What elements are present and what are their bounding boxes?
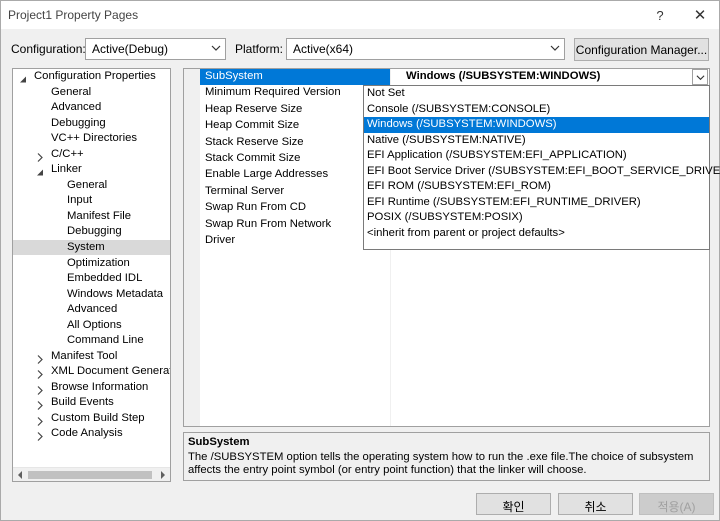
tree-horizontal-scrollbar[interactable]	[13, 467, 170, 481]
scrollbar-thumb[interactable]	[28, 471, 152, 479]
tree-item-general[interactable]: General	[51, 85, 91, 100]
tree-item-label: Configuration Properties	[34, 70, 156, 82]
close-button[interactable]: ✕	[683, 1, 717, 29]
tree-item-linker-debugging[interactable]: Debugging	[67, 224, 122, 239]
prop-value[interactable]: Windows (/SUBSYSTEM:WINDOWS)	[406, 70, 600, 82]
dropdown-option[interactable]: EFI Application (/SUBSYSTEM:EFI_APPLICAT…	[364, 148, 709, 164]
tree-item-label: C/C++	[51, 147, 84, 160]
prop-name: Heap Reserve Size	[205, 102, 303, 115]
prop-name: SubSystem	[205, 70, 263, 82]
prop-name: Stack Commit Size	[205, 152, 301, 164]
expanded-arrow-icon[interactable]	[18, 72, 28, 87]
tree-item-linker-manifest-file[interactable]: Manifest File	[67, 209, 131, 224]
tree-item-label: Browse Information	[51, 380, 149, 393]
grid-gutter	[184, 69, 200, 426]
expanded-arrow-icon[interactable]	[35, 165, 45, 180]
prop-name: Enable Large Addresses	[205, 168, 329, 181]
scroll-left-icon[interactable]	[16, 471, 24, 479]
prop-row-subsystem[interactable]: SubSystem Windows (/SUBSYSTEM:WINDOWS)	[200, 69, 709, 85]
collapsed-arrow-icon[interactable]	[35, 383, 45, 398]
property-pages-dialog: Project1 Property Pages ? ✕ Configuratio…	[0, 0, 720, 521]
dropdown-option[interactable]: Native (/SUBSYSTEM:NATIVE)	[364, 133, 709, 149]
tree-item-label: Code Analysis	[51, 427, 123, 439]
window-title: Project1 Property Pages	[8, 8, 139, 22]
description-panel: SubSystem The /SUBSYSTEM option tells th…	[183, 432, 710, 481]
scroll-right-icon[interactable]	[159, 471, 167, 479]
dropdown-button[interactable]	[692, 69, 708, 85]
collapsed-arrow-icon[interactable]	[35, 367, 45, 382]
tree-item-linker-optimization[interactable]: Optimization	[67, 256, 130, 271]
tree-item-linker-all-options[interactable]: All Options	[67, 318, 122, 333]
dropdown-option[interactable]: Console (/SUBSYSTEM:CONSOLE)	[364, 102, 709, 118]
tree-item-vc-directories[interactable]: VC++ Directories	[51, 131, 137, 146]
configuration-value: Active(Debug)	[92, 42, 169, 56]
help-button[interactable]: ?	[643, 1, 677, 29]
tree-item-linker-command-line[interactable]: Command Line	[67, 333, 144, 348]
chevron-down-icon	[696, 74, 704, 80]
tree-item-label: Linker	[51, 163, 82, 175]
tree-item-linker-input[interactable]: Input	[67, 193, 92, 208]
tree-item-label: XML Document Generator	[51, 365, 171, 377]
dropdown-option[interactable]: POSIX (/SUBSYSTEM:POSIX)	[364, 210, 709, 226]
prop-name: Swap Run From CD	[205, 201, 307, 214]
subsystem-dropdown-list: Not Set Console (/SUBSYSTEM:CONSOLE) Win…	[363, 85, 720, 250]
ok-button[interactable]: 확인	[476, 493, 551, 515]
tree-item-label: Build Events	[51, 396, 114, 408]
collapsed-arrow-icon[interactable]	[35, 352, 45, 367]
prop-name: Heap Commit Size	[205, 119, 300, 132]
prop-name: Terminal Server	[205, 184, 285, 197]
platform-label: Platform:	[235, 42, 284, 56]
tree-item-linker-general[interactable]: General	[67, 178, 107, 193]
dropdown-option[interactable]: Not Set	[364, 86, 709, 102]
configuration-combo[interactable]: Active(Debug)	[85, 38, 226, 60]
tree-item-linker-windows-metadata[interactable]: Windows Metadata	[67, 287, 163, 302]
collapsed-arrow-icon[interactable]	[35, 150, 45, 165]
tree-item-label: Custom Build Step	[51, 411, 145, 424]
prop-name: Minimum Required Version	[205, 86, 341, 99]
title-bar: Project1 Property Pages ? ✕	[1, 1, 719, 29]
description-title: SubSystem	[188, 436, 250, 448]
platform-combo[interactable]: Active(x64)	[286, 38, 565, 60]
tree-item-advanced[interactable]: Advanced	[51, 100, 101, 115]
collapsed-arrow-icon[interactable]	[35, 429, 45, 444]
dropdown-option[interactable]: <inherit from parent or project defaults…	[364, 226, 709, 242]
collapsed-arrow-icon[interactable]	[35, 398, 45, 413]
tree-item-linker-embedded-idl[interactable]: Embedded IDL	[67, 271, 142, 286]
platform-value: Active(x64)	[293, 42, 354, 56]
chevron-down-icon	[211, 45, 221, 51]
tree-item-linker-system[interactable]: System	[67, 240, 105, 255]
category-tree: Configuration Properties General Advance…	[12, 68, 171, 482]
configuration-manager-button[interactable]: Configuration Manager...	[574, 38, 709, 61]
dropdown-option[interactable]: EFI Runtime (/SUBSYSTEM:EFI_RUNTIME_DRIV…	[364, 195, 709, 211]
cancel-button[interactable]: 취소	[558, 493, 633, 515]
prop-name: Stack Reserve Size	[205, 135, 304, 148]
prop-name: Swap Run From Network	[205, 217, 332, 230]
apply-button[interactable]: 적용(A)	[639, 493, 714, 515]
description-text: The /SUBSYSTEM option tells the operatin…	[188, 451, 694, 476]
tree-item-debugging[interactable]: Debugging	[51, 116, 106, 131]
prop-name: Driver	[205, 234, 236, 246]
tree-item-linker-advanced[interactable]: Advanced	[67, 302, 117, 317]
tree-item-label: Manifest Tool	[51, 349, 118, 362]
configuration-label: Configuration:	[11, 42, 86, 56]
chevron-down-icon	[550, 45, 560, 51]
dropdown-option[interactable]: EFI Boot Service Driver (/SUBSYSTEM:EFI_…	[364, 164, 720, 180]
dropdown-option[interactable]: EFI ROM (/SUBSYSTEM:EFI_ROM)	[364, 179, 709, 195]
collapsed-arrow-icon[interactable]	[35, 414, 45, 429]
dropdown-option-selected[interactable]: Windows (/SUBSYSTEM:WINDOWS)	[364, 117, 709, 133]
